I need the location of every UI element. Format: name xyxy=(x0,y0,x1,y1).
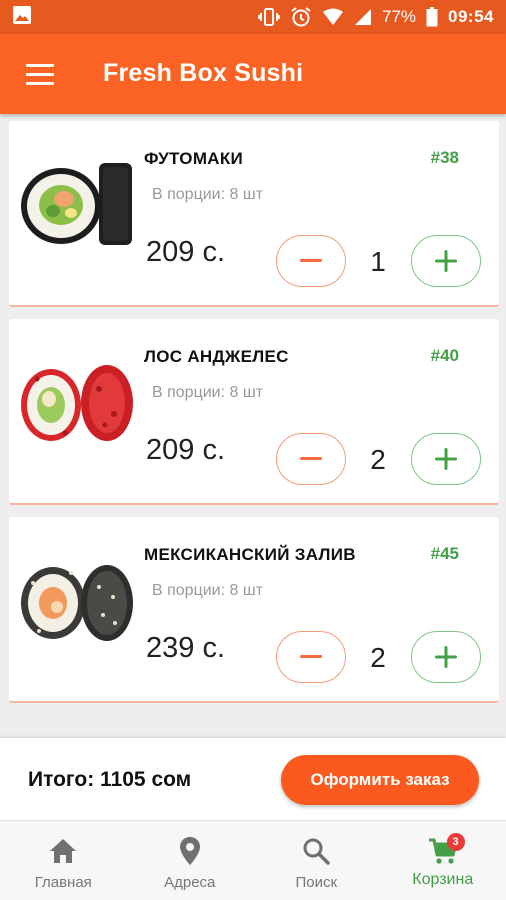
gallery-notification-icon xyxy=(12,5,32,30)
minus-icon xyxy=(300,655,322,658)
plus-icon xyxy=(435,448,457,470)
wifi-icon xyxy=(322,8,344,26)
item-price: 209 с. xyxy=(146,236,225,268)
quantity-value: 2 xyxy=(370,444,386,475)
cart-item-card: ФУТОМАКИ #38 В порции: 8 шт 209 с. 1 xyxy=(9,121,499,307)
battery-percent: 77% xyxy=(381,7,417,26)
decrease-quantity-button[interactable] xyxy=(276,235,346,287)
item-number: #38 xyxy=(430,148,459,167)
vibrate-icon xyxy=(258,7,280,27)
item-portion: В порции: 8 шт xyxy=(152,582,264,599)
futomaki-image xyxy=(19,161,134,251)
increase-quantity-button[interactable] xyxy=(411,235,481,287)
menu-icon[interactable] xyxy=(26,64,54,86)
alarm-icon xyxy=(290,6,312,28)
minus-icon xyxy=(300,457,322,460)
order-total: Итого: 1105 сом xyxy=(28,768,192,791)
item-name: МЕКСИКАНСКИЙ ЗАЛИВ xyxy=(144,545,356,564)
item-name: ЛОС АНДЖЕЛЕС xyxy=(144,347,289,366)
cart-count-badge: 3 xyxy=(446,833,465,851)
signal-icon xyxy=(354,8,372,26)
app-title: Fresh Box Sushi xyxy=(103,59,304,87)
item-portion: В порции: 8 шт xyxy=(152,186,264,203)
cart-item-card: МЕКСИКАНСКИЙ ЗАЛИВ #45 В порции: 8 шт 23… xyxy=(9,517,499,703)
item-portion: В порции: 8 шт xyxy=(152,384,264,401)
quantity-value: 2 xyxy=(370,642,386,673)
battery-icon xyxy=(426,7,438,27)
nav-label: Поиск xyxy=(295,874,338,891)
nav-label: Корзина xyxy=(412,871,474,888)
nav-item-cart[interactable]: 3 Корзина xyxy=(380,821,506,900)
checkout-button[interactable]: Оформить заказ xyxy=(281,755,479,805)
plus-icon xyxy=(435,250,457,272)
mexican-gulf-roll-image xyxy=(19,557,134,647)
plus-icon xyxy=(435,646,457,668)
item-price: 239 с. xyxy=(146,632,225,664)
decrease-quantity-button[interactable] xyxy=(276,433,346,485)
home-icon xyxy=(48,836,78,866)
item-number: #45 xyxy=(430,544,459,563)
cart-item-card: ЛОС АНДЖЕЛЕС #40 В порции: 8 шт 209 с. 2 xyxy=(9,319,499,505)
bottom-navigation: Главная Адреса Поиск 3 Корзина xyxy=(0,820,506,900)
nav-item-addresses[interactable]: Адреса xyxy=(127,821,254,900)
search-icon xyxy=(301,836,331,866)
item-name: ФУТОМАКИ xyxy=(144,149,244,168)
los-angeles-roll-image xyxy=(19,359,134,449)
minus-icon xyxy=(300,259,322,262)
order-total-bar: Итого: 1105 сом Оформить заказ xyxy=(0,738,506,820)
item-number: #40 xyxy=(430,346,459,365)
item-price: 209 с. xyxy=(146,434,225,466)
nav-label: Адреса xyxy=(164,874,216,891)
app-bar: Fresh Box Sushi xyxy=(0,34,506,114)
status-bar: 77% 09:54 xyxy=(0,0,506,34)
quantity-value: 1 xyxy=(370,246,386,277)
nav-item-search[interactable]: Поиск xyxy=(253,821,380,900)
nav-label: Главная xyxy=(34,874,92,891)
decrease-quantity-button[interactable] xyxy=(276,631,346,683)
clock-time: 09:54 xyxy=(448,7,494,26)
nav-item-home[interactable]: Главная xyxy=(0,821,127,900)
increase-quantity-button[interactable] xyxy=(411,433,481,485)
location-pin-icon xyxy=(175,836,205,866)
increase-quantity-button[interactable] xyxy=(411,631,481,683)
